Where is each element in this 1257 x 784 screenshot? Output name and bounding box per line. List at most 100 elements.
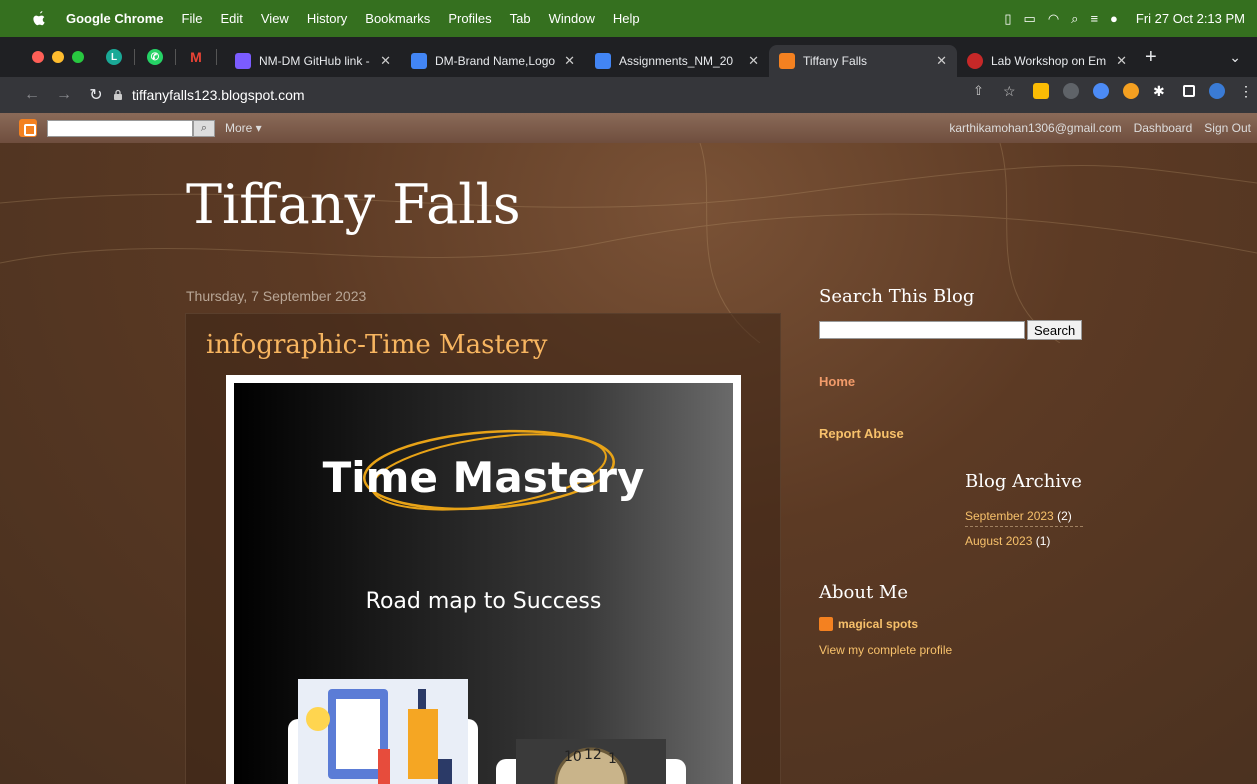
- archive-link[interactable]: September 2023: [965, 509, 1054, 523]
- post-date: Thursday, 7 September 2023: [186, 288, 367, 304]
- report-abuse-link[interactable]: Report Abuse: [819, 426, 904, 441]
- clock-illustration: 10 12 1: [496, 739, 686, 784]
- planning-illustration: [288, 679, 478, 784]
- menu-history[interactable]: History: [307, 11, 347, 26]
- profile-link[interactable]: magical spots: [819, 617, 918, 631]
- address-bar[interactable]: tiffanyfalls123.blogspot.com: [112, 83, 992, 107]
- close-window-button[interactable]: [32, 51, 44, 63]
- about-me-heading: About Me: [819, 582, 908, 603]
- extension-g-icon[interactable]: [1063, 83, 1079, 99]
- new-tab-button[interactable]: +: [1145, 46, 1157, 69]
- whatsapp-icon[interactable]: ✆: [147, 49, 163, 65]
- account-email: karthikamohan1306@gmail.com: [949, 121, 1122, 135]
- blogger-profile-icon: [819, 617, 833, 631]
- tab-search-chevron-icon[interactable]: ⌄: [1229, 49, 1241, 66]
- close-tab-icon[interactable]: ✕: [564, 53, 575, 69]
- clipboard-icon[interactable]: ▯: [1004, 11, 1011, 27]
- share-icon[interactable]: ⇧: [973, 83, 989, 99]
- menubar-clock[interactable]: Fri 27 Oct 2:13 PM: [1136, 11, 1245, 26]
- sidepanel-icon[interactable]: [1183, 85, 1195, 97]
- docs-icon: [595, 53, 611, 69]
- svg-text:10: 10: [564, 749, 582, 765]
- archive-link[interactable]: August 2023: [965, 534, 1032, 548]
- apple-icon[interactable]: [30, 10, 48, 28]
- tab-separator: [175, 49, 176, 65]
- svg-text:12: 12: [584, 747, 602, 763]
- window-controls: [32, 51, 84, 63]
- bookmark-star-icon[interactable]: ☆: [1003, 83, 1019, 99]
- tab-title: NM-DM GitHub link -: [259, 54, 370, 68]
- tab-assignments[interactable]: Assignments_NM_20 ✕: [585, 45, 769, 77]
- extension-wave-icon[interactable]: [1093, 83, 1109, 99]
- view-profile-link[interactable]: View my complete profile: [819, 643, 952, 657]
- menu-app-name[interactable]: Google Chrome: [66, 11, 164, 26]
- menu-help[interactable]: Help: [613, 11, 640, 26]
- tab-nm-dm-github[interactable]: NM-DM GitHub link - ✕: [225, 45, 401, 77]
- dashboard-link[interactable]: Dashboard: [1134, 121, 1193, 135]
- blogger-navbar: ⌕ More ▾ karthikamohan1306@gmail.com Das…: [0, 113, 1257, 143]
- forms-icon: [235, 53, 251, 69]
- chrome-menu-icon[interactable]: ⋮: [1239, 83, 1253, 99]
- siri-icon[interactable]: ●: [1110, 11, 1118, 26]
- search-icon[interactable]: ⌕: [193, 119, 215, 137]
- menu-bookmarks[interactable]: Bookmarks: [365, 11, 430, 26]
- docs-icon: [411, 53, 427, 69]
- zoom-window-button[interactable]: [72, 51, 84, 63]
- blogger-logo-icon[interactable]: [19, 119, 37, 137]
- gmail-icon[interactable]: M: [188, 49, 204, 65]
- menu-file[interactable]: File: [182, 11, 203, 26]
- macos-menubar: Google Chrome File Edit View History Boo…: [0, 0, 1257, 37]
- profile-avatar[interactable]: [1209, 83, 1225, 99]
- reload-button[interactable]: ↻: [84, 85, 108, 105]
- forward-button[interactable]: →: [52, 86, 76, 104]
- blogger-search-input[interactable]: [47, 119, 193, 137]
- extension-w-icon[interactable]: [1123, 83, 1139, 99]
- search-button[interactable]: Search: [1027, 320, 1083, 340]
- tab-lab-workshop[interactable]: Lab Workshop on Em ✕: [957, 45, 1137, 77]
- close-tab-icon[interactable]: ✕: [1116, 53, 1127, 69]
- archive-count: (2): [1057, 509, 1072, 523]
- more-menu[interactable]: More ▾: [225, 121, 262, 135]
- pinned-tab-l-icon[interactable]: L: [106, 49, 122, 65]
- profile-name[interactable]: magical spots: [838, 617, 918, 631]
- pinned-tabs: L ✆ M: [106, 49, 217, 65]
- blog-post: infographic-Time Mastery Time Mastery Ro…: [185, 313, 781, 784]
- home-link[interactable]: Home: [819, 374, 855, 389]
- tab-dm-brand-name[interactable]: DM-Brand Name,Logo ✕: [401, 45, 585, 77]
- wifi-icon[interactable]: ◠: [1048, 11, 1059, 27]
- tab-separator: [216, 49, 217, 65]
- post-image-frame[interactable]: Time Mastery Road map to Success 10 12 1: [226, 375, 741, 784]
- close-tab-icon[interactable]: ✕: [748, 53, 759, 69]
- spotlight-icon[interactable]: ⌕: [1071, 11, 1078, 27]
- battery-icon[interactable]: ▭: [1024, 11, 1036, 27]
- menu-profiles[interactable]: Profiles: [448, 11, 491, 26]
- tab-tiffany-falls[interactable]: Tiffany Falls ✕: [769, 45, 957, 77]
- lock-icon[interactable]: [112, 89, 124, 101]
- archive-count: (1): [1035, 534, 1051, 548]
- svg-text:1: 1: [608, 751, 617, 767]
- extensions-area: ⇧ ☆ ✱ ⋮: [973, 83, 1253, 99]
- time-mastery-infographic[interactable]: Time Mastery Road map to Success 10 12 1: [234, 383, 733, 784]
- minimize-window-button[interactable]: [52, 51, 64, 63]
- menu-window[interactable]: Window: [549, 11, 595, 26]
- archive-item[interactable]: August 2023 (1): [965, 534, 1050, 548]
- status-icons: ▯ ▭ ◠ ⌕ ≡ ● Fri 27 Oct 2:13 PM: [1004, 0, 1245, 37]
- menu-view[interactable]: View: [261, 11, 289, 26]
- control-center-icon[interactable]: ≡: [1090, 11, 1098, 26]
- menu-edit[interactable]: Edit: [220, 11, 242, 26]
- post-title[interactable]: infographic-Time Mastery: [206, 330, 547, 360]
- blog-search-input[interactable]: [819, 321, 1025, 339]
- workshop-favicon-icon: [967, 53, 983, 69]
- blog-title[interactable]: Tiffany Falls: [186, 173, 521, 236]
- menu-tab[interactable]: Tab: [510, 11, 531, 26]
- puzzle-extensions-icon[interactable]: ✱: [1153, 83, 1169, 99]
- back-button[interactable]: ←: [20, 86, 44, 104]
- infographic-subtitle: Road map to Success: [365, 589, 602, 614]
- url-text[interactable]: tiffanyfalls123.blogspot.com: [132, 87, 305, 103]
- blog-search-box: Search: [819, 320, 1083, 340]
- extension-notes-icon[interactable]: [1033, 83, 1049, 99]
- archive-item[interactable]: September 2023 (2): [965, 509, 1083, 527]
- close-tab-icon[interactable]: ✕: [936, 53, 947, 69]
- sign-out-link[interactable]: Sign Out: [1204, 121, 1251, 135]
- close-tab-icon[interactable]: ✕: [380, 53, 391, 69]
